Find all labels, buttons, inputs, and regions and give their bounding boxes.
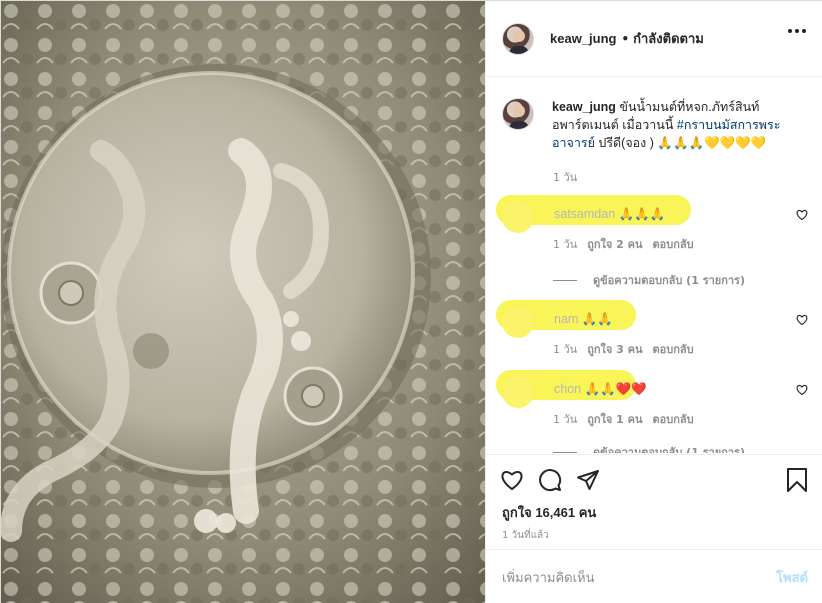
comment-body: 🙏🙏 <box>581 312 613 326</box>
comments-list[interactable]: keaw_jung ขันน้ำมนต์ที่หจก.ภัทร์สินท์ อพ… <box>486 78 822 453</box>
separator-dot: • <box>621 31 630 46</box>
action-icons <box>500 468 600 492</box>
post-photo[interactable] <box>1 1 485 603</box>
post-comment-button[interactable]: โพสต์ <box>776 567 808 588</box>
post-caption: keaw_jung ขันน้ำมนต์ที่หจก.ภัทร์สินท์ อพ… <box>502 98 802 152</box>
avatar-face <box>513 105 525 117</box>
view-replies-button[interactable]: ดูข้อความตอบกลับ (1 รายการ) <box>553 271 745 289</box>
commenter-avatar[interactable] <box>502 376 534 408</box>
post-details-panel: keaw_jung • กำลังติดตาม keaw_jung ขันน้ำ… <box>485 1 822 603</box>
share-icon[interactable] <box>576 468 600 492</box>
commenter-username[interactable]: chon <box>554 382 581 396</box>
caption-text: keaw_jung ขันน้ำมนต์ที่หจก.ภัทร์สินท์ อพ… <box>552 98 802 152</box>
comment-meta: 1 วัน ถูกใจ 2 คน ตอบกลับ <box>553 235 694 253</box>
reply-button[interactable]: ตอบกลับ <box>653 410 694 428</box>
bookmark-icon[interactable] <box>786 468 808 492</box>
comment-item: chon 🙏🙏❤️❤️ 1 วัน ถูกใจ 1 คน ตอบกลับ <box>496 370 808 436</box>
caption-username[interactable]: keaw_jung <box>552 100 616 114</box>
comment-item: satsamdan 🙏🙏🙏 1 วัน ถูกใจ 2 คน ตอบกลับ <box>496 195 808 261</box>
author-username[interactable]: keaw_jung <box>550 31 616 46</box>
likes-count[interactable]: ถูกใจ 16,461 คน <box>502 502 596 523</box>
caption-time[interactable]: 1 วัน <box>553 168 577 186</box>
follow-status-button[interactable]: กำลังติดตาม <box>633 28 704 49</box>
author-avatar[interactable] <box>502 22 534 55</box>
comment-likes[interactable]: ถูกใจ 1 คน <box>587 410 642 428</box>
replies-line <box>553 279 577 281</box>
commenter-username[interactable]: nam <box>554 312 578 326</box>
comment-text: satsamdan 🙏🙏🙏 <box>554 207 665 222</box>
comment-body: 🙏🙏🙏 <box>618 207 666 221</box>
comment-input[interactable]: เพิ่มความคิดเห็น <box>502 567 776 588</box>
caption-suffix: ปรีดี(จอง ) <box>598 136 654 150</box>
replies-line <box>553 451 577 453</box>
add-comment-bar: เพิ่มความคิดเห็น โพสต์ <box>486 549 822 603</box>
reply-button[interactable]: ตอบกลับ <box>653 340 694 358</box>
heart-icon[interactable] <box>500 468 524 492</box>
post-header: keaw_jung • กำลังติดตาม <box>486 1 822 77</box>
heart-icon[interactable] <box>796 384 808 396</box>
avatar-shirt <box>509 45 529 54</box>
more-options-icon[interactable] <box>788 29 806 33</box>
reply-button[interactable]: ตอบกลับ <box>653 235 694 253</box>
commenter-avatar[interactable] <box>502 306 534 338</box>
heart-icon[interactable] <box>796 314 808 326</box>
comment-time[interactable]: 1 วัน <box>553 340 577 358</box>
silver-bowl-image <box>1 1 485 603</box>
caption-avatar[interactable] <box>502 98 534 130</box>
posted-time[interactable]: 1 วันที่แล้ว <box>502 528 549 543</box>
comment-time[interactable]: 1 วัน <box>553 235 577 253</box>
caption-emojis: 🙏🙏🙏💛💛💛💛 <box>657 136 767 150</box>
comment-time[interactable]: 1 วัน <box>553 410 577 428</box>
comment-likes[interactable]: ถูกใจ 2 คน <box>587 235 642 253</box>
instagram-post-window: keaw_jung • กำลังติดตาม keaw_jung ขันน้ำ… <box>0 0 822 603</box>
comment-text: nam 🙏🙏 <box>554 312 613 327</box>
comment-item: nam 🙏🙏 1 วัน ถูกใจ 3 คน ตอบกลับ <box>496 300 808 366</box>
comment-icon[interactable] <box>538 468 562 492</box>
heart-icon[interactable] <box>796 209 808 221</box>
view-replies-label[interactable]: ดูข้อความตอบกลับ (1 รายการ) <box>593 271 745 289</box>
comment-meta: 1 วัน ถูกใจ 1 คน ตอบกลับ <box>553 410 694 428</box>
comment-likes[interactable]: ถูกใจ 3 คน <box>587 340 642 358</box>
view-replies-label[interactable]: ดูข้อความตอบกลับ (1 รายการ) <box>593 443 745 453</box>
view-replies-button[interactable]: ดูข้อความตอบกลับ (1 รายการ) <box>553 443 745 453</box>
avatar-shirt <box>509 121 529 129</box>
comment-text: chon 🙏🙏❤️❤️ <box>554 382 647 397</box>
comment-body: 🙏🙏❤️❤️ <box>584 382 647 396</box>
avatar-face <box>513 29 525 42</box>
comment-meta: 1 วัน ถูกใจ 3 คน ตอบกลับ <box>553 340 694 358</box>
commenter-username[interactable]: satsamdan <box>554 207 615 221</box>
commenter-avatar[interactable] <box>502 201 534 233</box>
